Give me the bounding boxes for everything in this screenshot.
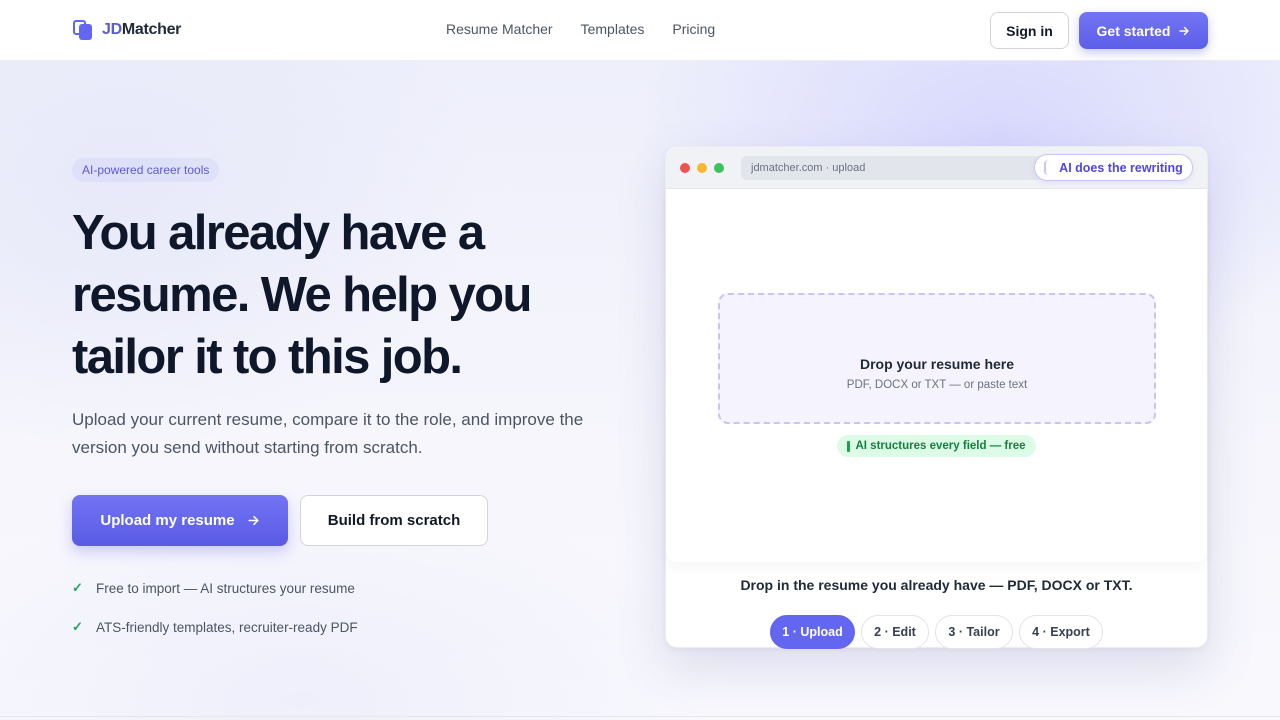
hero-subtext: Upload your current resume, compare it t… [72,410,584,457]
nav-link-templates[interactable]: Templates [581,21,645,37]
window-minimize-dot [697,163,707,173]
hero-badge: AI-powered career tools [72,158,220,182]
main-nav: Resume Matcher Templates Pricing [446,21,715,37]
mock-browser-content: Drop your resume here PDF, DOCX or TXT —… [666,190,1207,562]
step-tailor[interactable]: 3 · Tailor [935,615,1013,649]
top-navbar: JDMatcher Resume Matcher Templates Prici… [0,0,1280,61]
nav-link-pricing[interactable]: Pricing [672,21,715,37]
mockup-caption: Drop in the resume you already have — PD… [740,577,1133,593]
nav-link-resume-matcher[interactable]: Resume Matcher [446,21,553,37]
check-item-text: Free to import — AI structures your resu… [96,580,355,596]
build-from-scratch-button[interactable]: Build from scratch [300,495,488,546]
check-item-text: ATS-friendly templates, recruiter-ready … [96,619,358,635]
check-icon: ✓ [72,580,83,595]
check-item: ✓ Free to import — AI structures your re… [72,578,358,598]
logo-icon [72,19,94,41]
ai-rewriting-badge: AI does the rewriting [1034,154,1193,181]
step-export[interactable]: 4 · Export [1019,615,1103,649]
upload-mockup-card: jdmatcher.com · upload AI does the rewri… [665,146,1208,649]
dropzone-subtitle: PDF, DOCX or TXT — or paste text [846,379,1028,391]
arrow-right-icon [1179,26,1190,35]
window-close-dot [680,163,690,173]
ai-rewriting-label: AI does the rewriting [1059,160,1183,175]
arrow-right-icon [248,515,259,526]
upload-resume-label: Upload my resume [100,512,235,529]
step-upload[interactable]: 1 · Upload [770,615,855,649]
step-edit[interactable]: 2 · Edit [861,615,929,649]
section-divider [0,716,1280,717]
upload-resume-button[interactable]: Upload my resume [72,495,288,546]
get-started-button[interactable]: Get started [1079,12,1208,49]
window-maximize-dot [714,163,724,173]
free-structuring-badge: AI structures every field — free [837,435,1036,457]
check-icon: ✓ [72,619,83,634]
step-tabs: 1 · Upload 2 · Edit 3 · Tailor 4 · Expor… [770,615,1103,649]
dropzone-title: Drop your resume here [859,356,1015,372]
feature-checklist: ✓ Free to import — AI structures your re… [72,578,358,656]
hero-headline: You already have a resume. We help you t… [72,206,532,384]
free-structuring-label: AI structures every field — free [855,440,1026,452]
badge-edge-icon [1044,160,1049,175]
brand-name: JDMatcher [102,21,182,38]
mock-browser-bar: jdmatcher.com · upload AI does the rewri… [666,147,1207,189]
resume-dropzone[interactable]: Drop your resume here PDF, DOCX or TXT —… [718,293,1156,424]
sign-in-button[interactable]: Sign in [990,12,1069,49]
get-started-label: Get started [1096,22,1171,39]
status-bar-icon [847,440,851,452]
check-item: ✓ ATS-friendly templates, recruiter-read… [72,617,358,637]
brand-logo[interactable]: JDMatcher [72,19,181,41]
